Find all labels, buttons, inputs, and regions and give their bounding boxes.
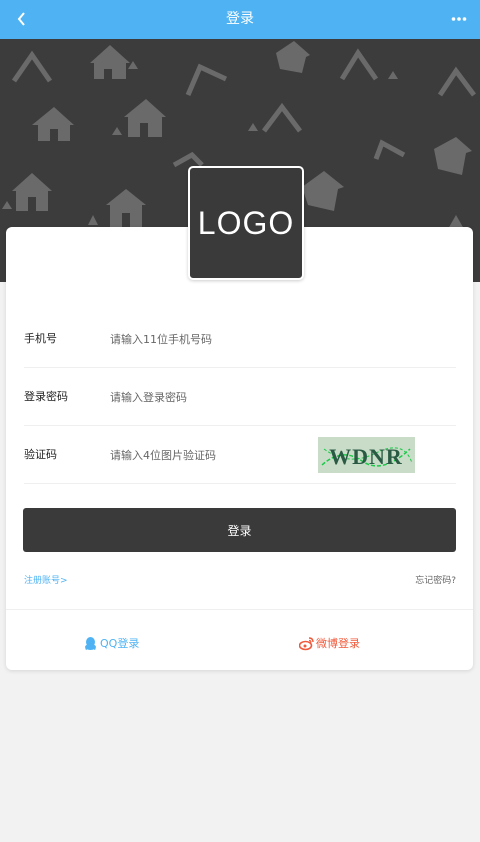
qq-login-label: QQ登录 bbox=[100, 637, 140, 650]
captcha-image[interactable]: WDNR bbox=[318, 437, 415, 473]
weibo-icon bbox=[299, 636, 314, 651]
password-label: 登录密码 bbox=[24, 390, 68, 403]
phone-input[interactable] bbox=[110, 324, 310, 354]
divider bbox=[6, 609, 473, 610]
password-input[interactable] bbox=[110, 382, 310, 412]
captcha-input[interactable] bbox=[110, 440, 310, 470]
weibo-login-label: 微博登录 bbox=[316, 637, 360, 650]
page-title: 登录 bbox=[226, 11, 254, 27]
phone-row: 手机号 bbox=[24, 310, 456, 368]
phone-label: 手机号 bbox=[24, 332, 57, 345]
captcha-row: 验证码 WDNR bbox=[24, 426, 456, 484]
login-card: 手机号 登录密码 验证码 WDNR 登录 注册账号> 忘记密码? bbox=[6, 227, 473, 670]
more-dots-icon[interactable] bbox=[448, 8, 470, 30]
forgot-password-link[interactable]: 忘记密码? bbox=[415, 573, 456, 586]
password-row: 登录密码 bbox=[24, 368, 456, 426]
qq-icon bbox=[83, 636, 98, 651]
register-link[interactable]: 注册账号> bbox=[24, 573, 68, 586]
login-button[interactable]: 登录 bbox=[23, 508, 456, 552]
app-logo: LOGO bbox=[188, 166, 304, 280]
captcha-text: WDNR bbox=[329, 444, 403, 469]
top-bar: 登录 bbox=[0, 0, 480, 39]
logo-text: LOGO bbox=[197, 204, 295, 241]
weibo-login-button[interactable]: 微博登录 bbox=[299, 633, 360, 653]
captcha-label: 验证码 bbox=[24, 448, 57, 461]
qq-login-button[interactable]: QQ登录 bbox=[83, 633, 139, 653]
